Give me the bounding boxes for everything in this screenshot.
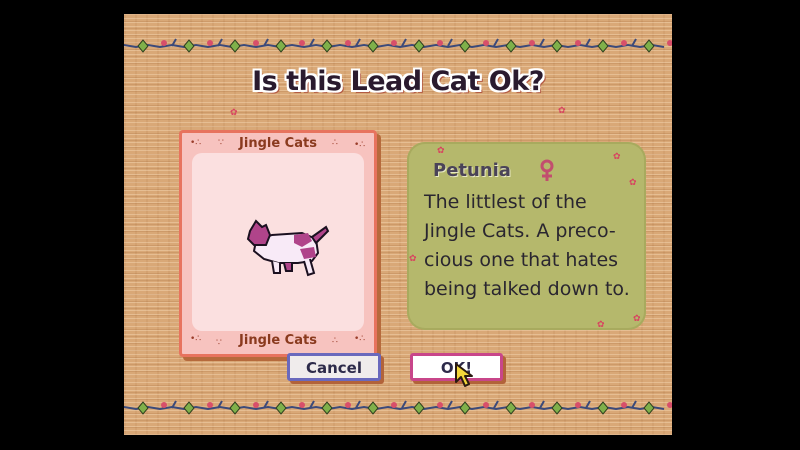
cat-description-text: The littlest of the Jingle Cats. A preco… bbox=[424, 191, 630, 300]
vine-border-bottom bbox=[124, 400, 672, 415]
paw-icon: ∵ bbox=[218, 138, 224, 148]
card-caption-bottom: Jingle Cats bbox=[239, 333, 317, 348]
flower-icon: ✿ bbox=[597, 320, 605, 330]
pointer-cursor-icon bbox=[455, 363, 473, 387]
card-caption-top: Jingle Cats bbox=[239, 136, 317, 151]
paw-icon: •∴ bbox=[354, 334, 366, 344]
game-screen: Is this Lead Cat Ok? ✿ ✿ Jingle Cats Jin… bbox=[124, 14, 672, 435]
paw-icon: ∴ bbox=[332, 138, 338, 148]
paw-icon: •∴ bbox=[354, 140, 366, 150]
paw-icon: ∵ bbox=[216, 338, 222, 348]
paw-icon: •∴ bbox=[190, 334, 202, 344]
dialog-title: Is this Lead Cat Ok? bbox=[252, 66, 544, 97]
cat-name: Petunia bbox=[433, 160, 511, 181]
paw-icon: •∴ bbox=[190, 138, 202, 148]
flower-icon: ✿ bbox=[629, 178, 637, 188]
flower-icon: ✿ bbox=[437, 146, 445, 156]
flower-icon: ✿ bbox=[613, 152, 621, 162]
cat-description-panel: Petunia The littlest of the Jingle Cats.… bbox=[407, 142, 646, 330]
flower-icon: ✿ bbox=[230, 108, 238, 118]
cat-sprite-icon bbox=[246, 219, 330, 277]
vine-border-top bbox=[124, 38, 672, 53]
card-portrait-area bbox=[192, 153, 364, 331]
flower-icon: ✿ bbox=[633, 314, 641, 324]
female-symbol-icon bbox=[540, 159, 554, 181]
cancel-button[interactable]: Cancel bbox=[287, 353, 381, 381]
flower-icon: ✿ bbox=[558, 106, 566, 116]
lead-cat-card: Jingle Cats Jingle Cats •∴ ∵ ∴ •∴ •∴ ∵ ∴… bbox=[179, 130, 377, 357]
paw-icon: ∴ bbox=[332, 336, 338, 346]
flower-icon: ✿ bbox=[409, 254, 417, 264]
